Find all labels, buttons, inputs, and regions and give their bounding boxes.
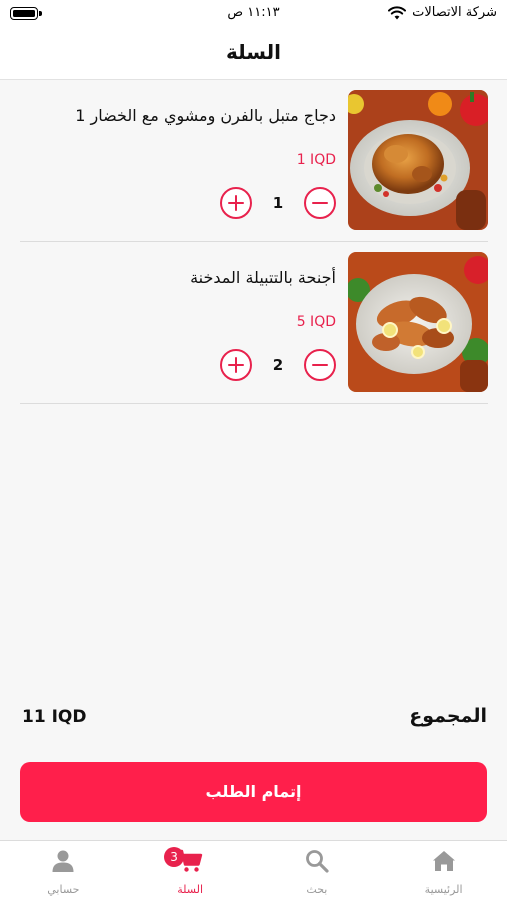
cart-count-badge: 3 <box>164 847 185 867</box>
total-row: المجموع 11 IQD <box>20 705 487 735</box>
smoked-wings-image[interactable] <box>348 252 488 392</box>
minus-icon <box>312 201 328 205</box>
cart-item: أجنحة بالتتبيلة المدخنة 5 IQD 2 <box>20 242 488 404</box>
wifi-icon <box>388 5 407 19</box>
tab-cart[interactable]: 3 السلة <box>127 841 254 900</box>
quantity-value: 2 <box>272 356 284 374</box>
tab-home[interactable]: الرئيسية <box>380 841 507 900</box>
total-value: 11 IQD <box>22 707 87 727</box>
item-price: 5 IQD <box>296 314 336 330</box>
search-icon <box>305 850 329 873</box>
total-label: المجموع <box>409 705 487 727</box>
quantity-stepper: 1 <box>220 187 336 219</box>
increase-quantity-button[interactable] <box>220 349 252 381</box>
cart-screen: ١١:١٣ ص شركة الاتصالات السلة دجاج متبل ب… <box>0 0 507 900</box>
increase-quantity-button[interactable] <box>220 187 252 219</box>
person-icon <box>52 850 74 872</box>
tab-label: بحث <box>306 883 328 896</box>
cart-item: دجاج متبل بالفرن ومشوي مع الخضار 1 1 IQD… <box>20 80 488 242</box>
item-title: دجاج متبل بالفرن ومشوي مع الخضار 1 <box>75 106 336 125</box>
home-icon <box>432 851 455 871</box>
tab-bar: الرئيسية بحث 3 السلة حسابي <box>0 840 507 900</box>
quantity-stepper: 2 <box>220 349 336 381</box>
quantity-value: 1 <box>272 194 284 212</box>
item-title: أجنحة بالتتبيلة المدخنة <box>190 268 336 287</box>
tab-label: الرئيسية <box>424 883 463 896</box>
decrease-quantity-button[interactable] <box>304 187 336 219</box>
cart-list: دجاج متبل بالفرن ومشوي مع الخضار 1 1 IQD… <box>20 80 488 404</box>
page-title: السلة <box>0 28 507 80</box>
status-bar: ١١:١٣ ص شركة الاتصالات <box>0 0 507 28</box>
carrier-name: شركة الاتصالات <box>412 5 497 20</box>
roasted-chicken-image[interactable] <box>348 90 488 230</box>
tab-label: السلة <box>177 883 203 896</box>
tab-label: حسابي <box>47 883 80 896</box>
minus-icon <box>312 363 328 367</box>
decrease-quantity-button[interactable] <box>304 349 336 381</box>
tab-account[interactable]: حسابي <box>0 841 127 900</box>
item-price: 1 IQD <box>296 152 336 168</box>
tab-search[interactable]: بحث <box>254 841 381 900</box>
checkout-button[interactable]: إتمام الطلب <box>20 762 487 822</box>
carrier-group: شركة الاتصالات <box>388 5 497 20</box>
